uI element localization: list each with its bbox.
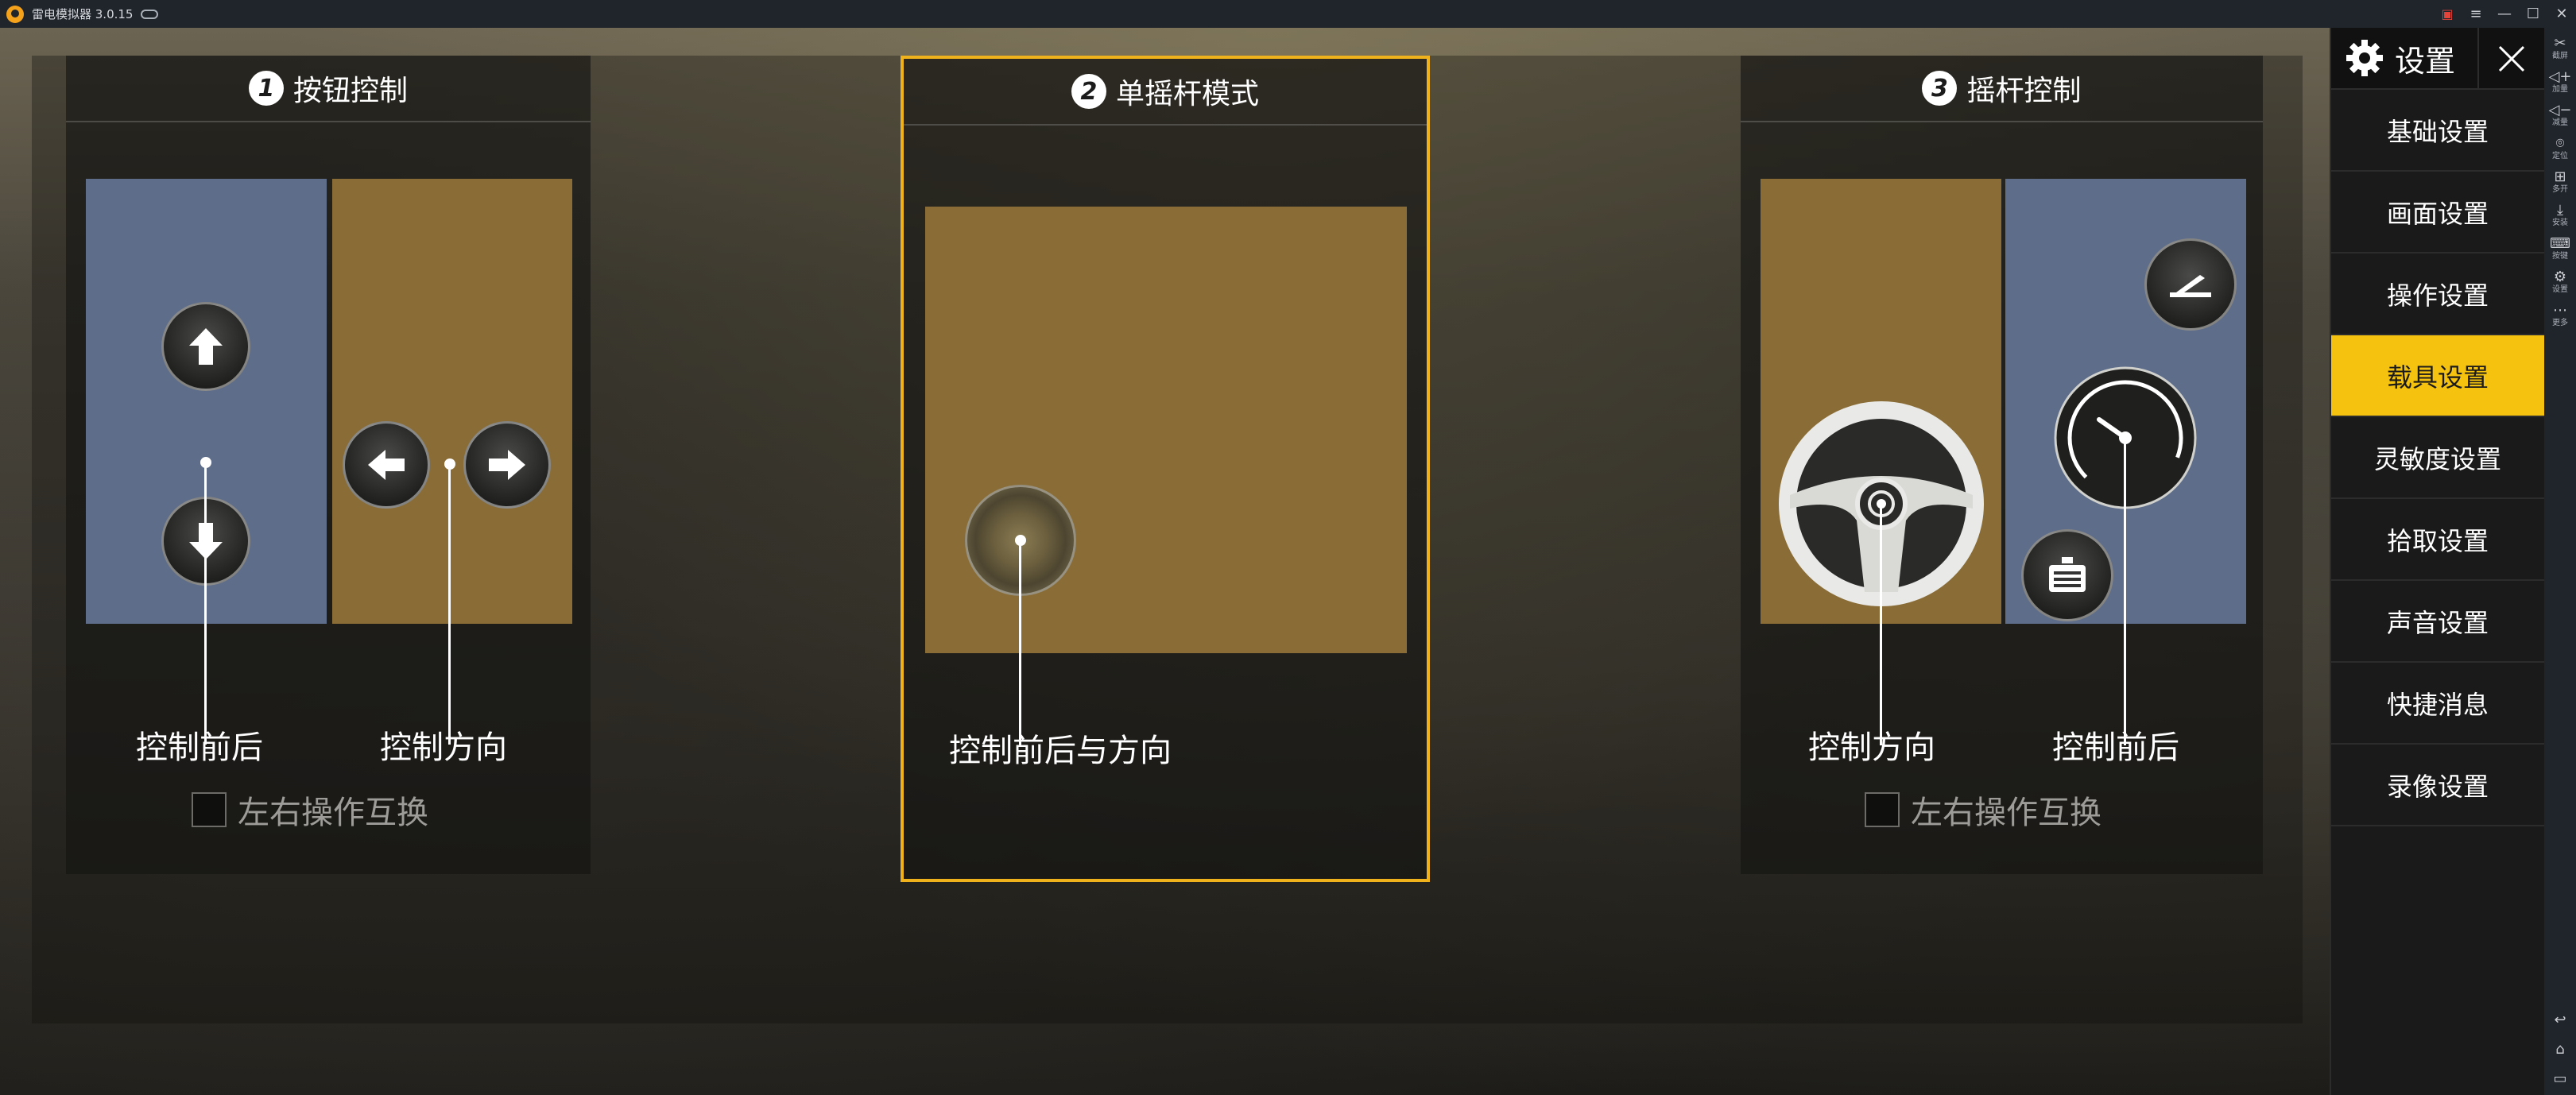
toolbar-screenshot[interactable]: ✂ 截屏 xyxy=(2544,36,2576,61)
toolbar-volume-up[interactable]: ◁+ 加量 xyxy=(2544,69,2576,95)
menu-item-vehicle[interactable]: 载具设置 xyxy=(2331,335,2544,417)
swap-left-right-option[interactable]: 左右操作互换 xyxy=(192,787,428,833)
settings-title: 设置 xyxy=(2395,43,2456,79)
menu-item-pickup[interactable]: 拾取设置 xyxy=(2331,499,2544,581)
toolbar-volume-down[interactable]: ◁− 减量 xyxy=(2544,103,2576,128)
toolbar-keyboard[interactable]: ⌨ 按键 xyxy=(2544,236,2576,261)
volume-up-icon: ◁+ xyxy=(2548,68,2572,85)
menu-item-graphics[interactable]: 画面设置 xyxy=(2331,172,2544,253)
more-icon: ⋯ xyxy=(2553,302,2567,319)
card-header: 3 摇杆控制 xyxy=(1741,56,2263,122)
recent-apps-icon[interactable]: ▭ xyxy=(2553,1070,2566,1087)
pointer-line xyxy=(2124,437,2126,745)
mode-card-joystick-control[interactable]: 3 摇杆控制 控制方向 控制前后 左右操作互换 xyxy=(1741,56,2263,874)
menu-item-recording[interactable]: 录像设置 xyxy=(2331,745,2544,826)
emulator-toolbar: ✂ 截屏 ◁+ 加量 ◁− 减量 ⌾ 定位 ⊞ 多开 ⤓ 安装 ⌨ 按键 ⚙ 设置 ⋯ 更多 ↩ … xyxy=(2544,28,2576,1095)
mode-title: 单摇杆模式 xyxy=(1115,78,1259,110)
brake-pedal-icon xyxy=(2049,557,2086,592)
toolbar-more[interactable]: ⋯ 更多 xyxy=(2544,303,2576,328)
caption-direction: 控制方向 xyxy=(380,729,507,766)
swap-left-right-option[interactable]: 左右操作互换 xyxy=(1865,787,2101,833)
pointer-line xyxy=(448,464,451,745)
game-viewport: 1 按钮控制 控制前后 控制方向 左右操作互换 2 单摇杆模式 控制前后与方向 … xyxy=(0,28,2542,1095)
back-icon[interactable]: ↩ xyxy=(2554,1012,2566,1028)
minimize-button[interactable]: — xyxy=(2490,0,2519,28)
direction-zone xyxy=(332,179,572,624)
handbrake-icon xyxy=(2170,275,2211,297)
home-icon[interactable]: ⌂ xyxy=(2555,1041,2564,1058)
handbrake-button[interactable] xyxy=(2144,238,2237,331)
menu-item-sound[interactable]: 声音设置 xyxy=(2331,581,2544,663)
app-logo-icon xyxy=(6,5,24,23)
close-settings-button[interactable] xyxy=(2477,28,2544,90)
swap-checkbox[interactable] xyxy=(1865,792,1900,827)
pointer-line xyxy=(204,462,207,745)
mode-title: 摇杆控制 xyxy=(1966,75,2082,107)
location-icon: ⌾ xyxy=(2555,135,2565,152)
close-icon xyxy=(2498,45,2525,72)
settings-icon: ⚙ xyxy=(2553,269,2567,285)
mode-title: 按钮控制 xyxy=(292,75,408,107)
brake-button[interactable] xyxy=(2021,529,2113,621)
gear-icon xyxy=(2344,37,2385,79)
arrow-left-icon xyxy=(368,450,405,480)
keyboard-icon: ⌨ xyxy=(2550,235,2570,252)
apk-install-icon: ⤓ xyxy=(2557,202,2563,219)
swap-checkbox[interactable] xyxy=(192,792,227,827)
settings-sidebar: 设置 基础设置 画面设置 操作设置 载具设置 灵敏度设置 拾取设置 声音设置 快… xyxy=(2330,28,2544,1095)
menu-item-controls[interactable]: 操作设置 xyxy=(2331,253,2544,335)
caption-forward-back-direction: 控制前后与方向 xyxy=(949,733,1172,769)
card-header: 1 按钮控制 xyxy=(66,56,591,122)
pointer-line xyxy=(1880,507,1882,745)
mode-card-button-control[interactable]: 1 按钮控制 控制前后 控制方向 左右操作互换 xyxy=(66,56,591,874)
card-header: 2 单摇杆模式 xyxy=(904,59,1427,126)
menu-item-quick-message[interactable]: 快捷消息 xyxy=(2331,663,2544,745)
screenshot-icon: ✂ xyxy=(2554,35,2566,52)
maximize-button[interactable]: ☐ xyxy=(2519,0,2547,28)
gift-icon[interactable]: ▣ xyxy=(2433,0,2462,28)
turn-right-button[interactable] xyxy=(463,421,551,509)
caption-forward-back: 控制前后 xyxy=(2052,729,2179,766)
menu-item-basic[interactable]: 基础设置 xyxy=(2331,90,2544,172)
toolbar-apk-install[interactable]: ⤓ 安装 xyxy=(2544,203,2576,228)
menu-icon[interactable]: ≡ xyxy=(2462,0,2490,28)
turn-left-button[interactable] xyxy=(343,421,430,509)
close-window-button[interactable]: ✕ xyxy=(2547,0,2576,28)
mode-number-badge: 1 xyxy=(248,71,284,106)
volume-down-icon: ◁− xyxy=(2548,102,2572,118)
forward-button[interactable] xyxy=(161,302,250,391)
swap-label: 左右操作互换 xyxy=(238,795,428,831)
arrow-right-icon xyxy=(489,450,525,480)
mode-number-badge: 2 xyxy=(1071,74,1106,109)
swap-label: 左右操作互换 xyxy=(1911,795,2101,831)
arrow-up-icon xyxy=(189,328,223,365)
caption-forward-back: 控制前后 xyxy=(136,729,263,766)
settings-header: 设置 xyxy=(2331,28,2544,90)
toolbar-location[interactable]: ⌾ 定位 xyxy=(2544,136,2576,161)
caption-direction: 控制方向 xyxy=(1808,729,1935,766)
menu-item-sensitivity[interactable]: 灵敏度设置 xyxy=(2331,417,2544,499)
app-title: 雷电模拟器 3.0.15 xyxy=(32,7,134,21)
mode-card-single-joystick[interactable]: 2 单摇杆模式 控制前后与方向 xyxy=(901,56,1430,882)
cloud-icon[interactable] xyxy=(141,9,159,19)
emulator-title-bar: 雷电模拟器 3.0.15 ▣ ≡ — ☐ ✕ xyxy=(0,0,2576,28)
pointer-line xyxy=(1019,540,1021,747)
toolbar-multi-open[interactable]: ⊞ 多开 xyxy=(2544,169,2576,195)
mode-number-badge: 3 xyxy=(1922,71,1958,106)
multi-open-icon: ⊞ xyxy=(2554,168,2566,185)
toolbar-settings[interactable]: ⚙ 设置 xyxy=(2544,269,2576,295)
